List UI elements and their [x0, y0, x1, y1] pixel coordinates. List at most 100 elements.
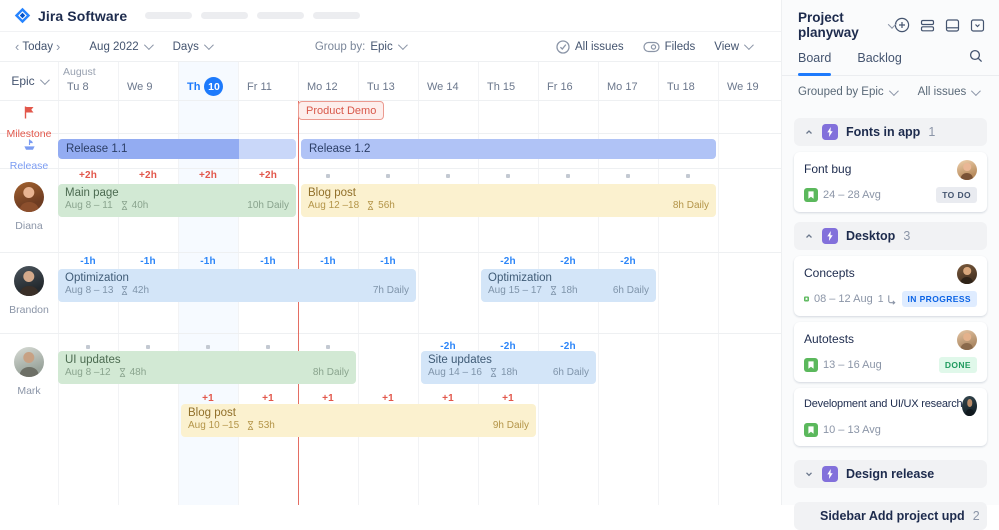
gantt-bar-ui-updates[interactable]: UI updatesAug 8 –1248h8h Daily — [58, 351, 356, 384]
capacity-dot-marker — [598, 170, 658, 181]
today-milestone-line — [298, 101, 300, 505]
epic-icon — [822, 228, 838, 244]
capacity-marker: +2h — [178, 170, 238, 181]
gantt-bar-release-1-1[interactable]: Release 1.1 — [58, 139, 296, 159]
epic-column-header[interactable]: Epic — [0, 62, 58, 100]
app-window: Jira Software ‹ Today › Aug 2022 Days Gr… — [0, 0, 999, 505]
capacity-marker: -2h — [478, 256, 538, 267]
grid-vline — [418, 62, 419, 505]
scale-selector[interactable]: Days — [173, 41, 211, 53]
day-column-header[interactable]: Fr 11 — [238, 62, 298, 100]
issue-card-font-bug[interactable]: Font bug24 – 28 AvgTO DO — [794, 152, 987, 212]
capacity-dot-marker — [538, 170, 598, 181]
gantt-bar-main-page[interactable]: Main pageAug 8 – 1140h10h Daily — [58, 184, 296, 217]
epic-group-design-release[interactable]: Design release — [794, 460, 987, 488]
group-by-selector[interactable]: Group by: Epic — [315, 41, 405, 53]
project-selector[interactable]: Project planyway — [798, 10, 894, 40]
card-subtasks[interactable]: 1 — [878, 293, 897, 305]
bar-daily-hours: 7h Daily — [373, 285, 409, 296]
tab-backlog[interactable]: Backlog — [857, 51, 901, 75]
bar-date-range: Aug 8 –12 — [65, 367, 111, 378]
grouped-by-selector[interactable]: Grouped by Epic — [798, 86, 896, 98]
avatar — [957, 160, 977, 180]
epic-group-count: 1 — [928, 125, 935, 139]
lane-label-diana[interactable]: Diana — [0, 168, 58, 232]
day-column-header[interactable]: Tu 8 — [58, 62, 118, 100]
day-column-header[interactable]: Th 15 — [478, 62, 538, 100]
gantt-bar-blog-post[interactable]: Blog postAug 10 –1553h9h Daily — [181, 404, 536, 437]
issue-card-autotests[interactable]: Autotests13 – 16 AugDONE — [794, 322, 987, 382]
prev-period-button[interactable]: ‹ — [12, 39, 22, 54]
all-issues-filter[interactable]: All issues — [556, 40, 624, 54]
epic-group-label: Design release — [846, 467, 934, 481]
day-column-header[interactable]: Tu 18 — [658, 62, 718, 100]
month-selector-label: Aug 2022 — [89, 41, 138, 53]
epic-group-sidebar-add-project-upd[interactable]: Sidebar Add project upd2 — [794, 502, 987, 530]
today-day-name: Th — [187, 81, 200, 93]
today-date-badge: 10 — [204, 77, 223, 96]
rows-layout-icon[interactable] — [920, 18, 935, 33]
lane-label-brandon[interactable]: Brandon — [0, 252, 58, 316]
month-selector[interactable]: Aug 2022 — [89, 41, 150, 53]
gantt-bar-blog-post[interactable]: Blog postAug 12 –1856h8h Daily — [301, 184, 716, 217]
gantt-bar-site-updates[interactable]: Site updatesAug 14 – 1618h6h Daily — [421, 351, 596, 384]
issue-card-development-and-ui-ux-research[interactable]: Development and UI/UX research10 – 13 Av… — [794, 388, 987, 446]
epic-group-count: 2 — [973, 509, 980, 523]
subtask-branch-icon — [886, 294, 897, 305]
status-badge: DONE — [939, 357, 977, 373]
next-period-button[interactable]: › — [53, 39, 63, 54]
day-column-header[interactable]: We 19 — [718, 62, 778, 100]
epic-group-fonts-in-app[interactable]: Fonts in app1 — [794, 118, 987, 146]
avatar — [14, 347, 44, 377]
add-card-button[interactable] — [894, 17, 910, 33]
bar-meta: Aug 8 –12 48h 8h Daily — [65, 367, 349, 378]
hourglass-icon — [489, 367, 498, 378]
view-selector[interactable]: View — [714, 41, 751, 53]
bar-daily-hours: 10h Daily — [247, 200, 289, 211]
jira-logo[interactable]: Jira Software — [14, 7, 127, 24]
dot-icon — [446, 174, 450, 178]
bar-meta: Aug 14 – 1618h6h Daily — [428, 367, 589, 378]
panel-bottom-icon[interactable] — [945, 18, 960, 33]
issues-filter-selector[interactable]: All issues — [918, 86, 979, 98]
bar-total-hours: 56h — [378, 200, 395, 211]
capacity-marker: -2h — [598, 256, 658, 267]
bar-total-hours: 48h — [130, 367, 147, 378]
chevron-down-icon — [398, 40, 408, 50]
day-column-header[interactable]: We 9 — [118, 62, 178, 100]
today-button[interactable]: Today — [22, 41, 53, 53]
panel-dropdown-icon[interactable] — [970, 18, 985, 33]
dot-icon — [326, 174, 330, 178]
day-column-header[interactable]: We 14 — [418, 62, 478, 100]
top-navigation: Jira Software — [0, 0, 781, 32]
day-column-header[interactable]: Fr 16 — [538, 62, 598, 100]
day-column-header[interactable]: Mo 17 — [598, 62, 658, 100]
day-column-header[interactable]: Mo 12 — [298, 62, 358, 100]
capacity-marker: -1h — [238, 256, 298, 267]
epic-group-desktop[interactable]: Desktop3 — [794, 222, 987, 250]
card-date-range: 10 – 13 Avg — [823, 424, 881, 436]
milestone-product-demo[interactable]: Product Demo — [298, 101, 384, 120]
lane-label-mark[interactable]: Mark — [0, 333, 58, 397]
issue-card-concepts[interactable]: Concepts08 – 12 Aug1IN PROGRESS — [794, 256, 987, 316]
day-column-header[interactable]: Th 10 — [178, 62, 238, 100]
bar-date-range: Aug 12 –18 — [308, 200, 359, 211]
gantt-bar-optimization[interactable]: OptimizationAug 8 – 1342h7h Daily — [58, 269, 416, 302]
gantt-bar-optimization[interactable]: OptimizationAug 15 – 1718h6h Daily — [481, 269, 656, 302]
lane-name: Mark — [0, 385, 58, 397]
search-icon[interactable] — [969, 49, 983, 76]
fields-toggle[interactable]: Fileds — [643, 41, 696, 53]
grid-vline — [478, 62, 479, 505]
chevron-up-icon — [804, 231, 814, 241]
hourglass-icon — [118, 367, 127, 378]
bar-meta: Aug 8 – 1342h7h Daily — [65, 285, 409, 296]
bar-daily-hours: 8h Daily — [313, 367, 349, 378]
capacity-dot-marker — [478, 170, 538, 181]
lane-label-release[interactable]: Release — [0, 133, 58, 172]
day-column-header[interactable]: Tu 13 — [358, 62, 418, 100]
capacity-marker: +2h — [58, 170, 118, 181]
capacity-dot-marker — [298, 170, 358, 181]
tab-board[interactable]: Board — [798, 51, 831, 75]
gantt-bar-release-1-2[interactable]: Release 1.2 — [301, 139, 716, 159]
chevron-down-icon — [204, 40, 214, 50]
